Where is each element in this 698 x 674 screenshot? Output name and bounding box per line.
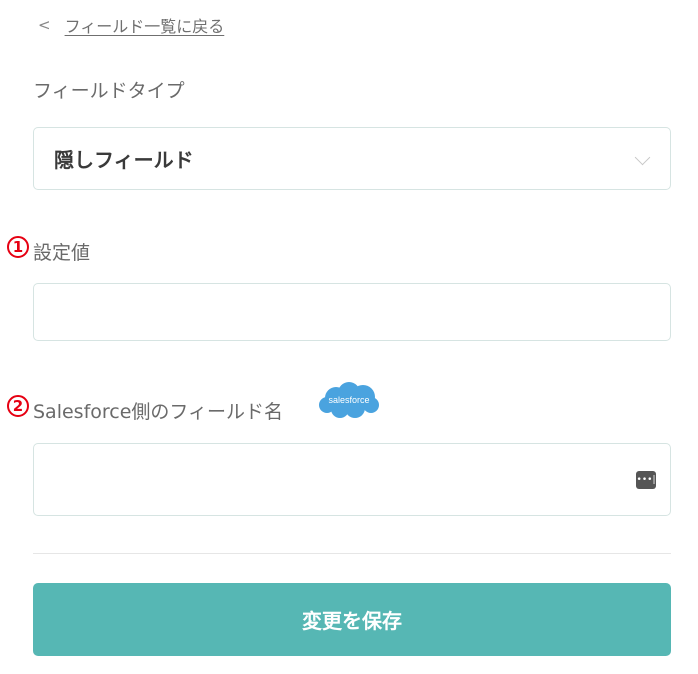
field-type-label: フィールドタイプ [33, 80, 185, 102]
salesforce-logo-text: salesforce [328, 395, 369, 405]
password-manager-icon[interactable]: •••| [636, 471, 656, 489]
back-to-field-list-link[interactable]: フィールド一覧に戻る [65, 13, 225, 37]
salesforce-field-label: Salesforce側のフィールド名 [33, 401, 284, 423]
annotation-number-2: 2 [7, 395, 29, 417]
setting-value-label: 設定値 [33, 242, 91, 264]
salesforce-field-input[interactable]: •••| [33, 443, 671, 516]
annotation-number-1: 1 [7, 236, 29, 258]
field-type-select[interactable]: 隠しフィールド [33, 127, 671, 190]
salesforce-logo: salesforce [319, 382, 379, 418]
back-link-row: < フィールド一覧に戻る [38, 12, 224, 38]
chevron-left-icon[interactable]: < [38, 16, 51, 34]
chevron-down-icon [634, 149, 651, 166]
save-changes-button[interactable]: 変更を保存 [33, 583, 671, 656]
divider [33, 553, 671, 554]
setting-value-label-row: 1 設定値 [7, 236, 91, 265]
salesforce-field-label-row: 2 Salesforce側のフィールド名 [7, 395, 284, 424]
setting-value-input[interactable] [33, 283, 671, 341]
field-type-selected-value: 隠しフィールド [54, 148, 194, 172]
